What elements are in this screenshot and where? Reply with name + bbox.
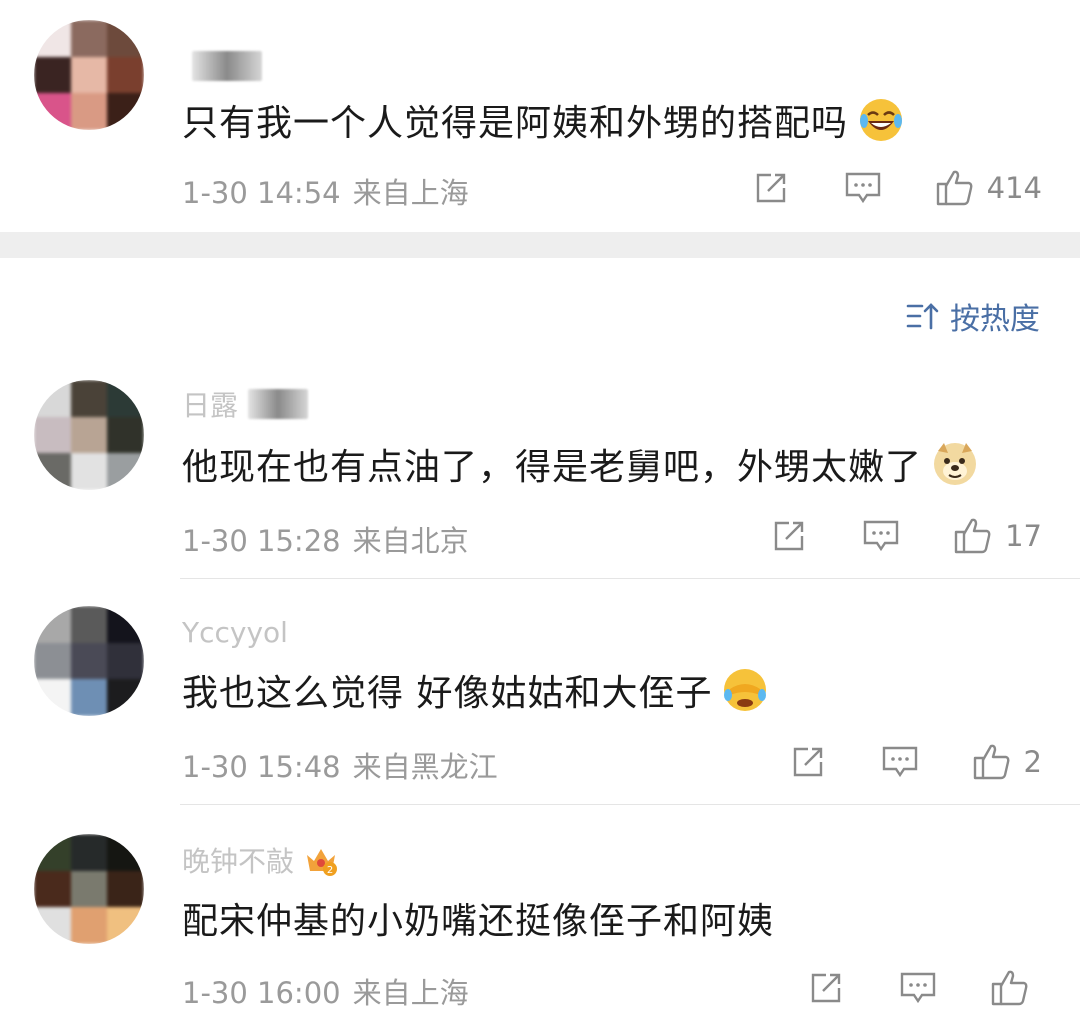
comment-body: 只有我一个人觉得是阿姨和外甥的搭配吗	[182, 103, 849, 144]
comment-time: 1-30 15:48	[182, 750, 341, 784]
section-divider	[0, 232, 1080, 258]
avatar[interactable]	[34, 606, 144, 716]
laugh-tears-emoji	[858, 97, 904, 143]
comment-text: 他现在也有点油了，得是老舅吧，外甥太嫩了	[182, 438, 978, 490]
comment-actions: 414	[751, 166, 1042, 210]
username[interactable]: 日露	[182, 384, 309, 424]
avatar-image	[34, 20, 144, 130]
comment-icon	[881, 744, 919, 780]
sort-label: 按热度	[950, 302, 1040, 337]
comment-button[interactable]	[898, 970, 938, 1006]
thumbs-up-icon	[953, 516, 993, 556]
comment-time: 1-30 16:00	[182, 976, 341, 1010]
comment-icon	[862, 518, 900, 554]
comment-text: 配宋仲基的小奶嘴还挺像侄子和阿姨	[182, 892, 774, 944]
comment-actions: 17	[769, 514, 1042, 558]
comment-button[interactable]	[880, 744, 920, 780]
username-redaction	[192, 51, 262, 81]
sort-icon	[906, 301, 940, 331]
comment-location: 来自北京	[352, 524, 469, 558]
comment-button[interactable]	[843, 170, 883, 206]
comment-actions	[806, 966, 1042, 1010]
like-button[interactable]	[990, 968, 1042, 1008]
avatar-image	[34, 834, 144, 944]
username-redaction	[248, 389, 309, 419]
share-icon	[771, 518, 807, 554]
comment-meta: 1-30 14:54 来自上海	[182, 170, 469, 212]
comment-body: 我也这么觉得 好像姑姑和大侄子	[182, 673, 713, 714]
like-count: 17	[1005, 519, 1042, 553]
username[interactable]: 晚钟不敲 2	[182, 840, 338, 880]
comment-time: 1-30 14:54	[182, 176, 341, 210]
cover-face-emoji	[722, 667, 768, 713]
like-count: 414	[986, 171, 1042, 205]
avatar-image	[34, 380, 144, 490]
comment-body: 他现在也有点油了，得是老舅吧，外甥太嫩了	[182, 447, 923, 488]
comment-icon	[844, 170, 882, 206]
comment-button[interactable]	[861, 518, 901, 554]
comment-text: 只有我一个人觉得是阿姨和外甥的搭配吗	[182, 94, 904, 146]
comment-location: 来自上海	[352, 176, 469, 210]
crown-badge-icon: 2	[304, 843, 338, 877]
comment-meta: 1-30 16:00 来自上海	[182, 970, 469, 1012]
avatar[interactable]	[34, 834, 144, 944]
doge-emoji	[932, 441, 978, 487]
thumbs-up-icon	[935, 168, 975, 208]
comment-actions: 2	[788, 740, 1042, 784]
sort-by-hot-button[interactable]: 按热度	[906, 296, 1040, 337]
username-text: 日露	[182, 389, 239, 422]
thumbs-up-icon	[972, 742, 1012, 782]
comment-meta: 1-30 15:28 来自北京	[182, 518, 469, 560]
username-text: 晚钟不敲	[182, 845, 295, 878]
comment-separator	[180, 578, 1080, 579]
like-button[interactable]: 17	[953, 516, 1042, 556]
comment-separator	[180, 804, 1080, 805]
repost-button[interactable]	[806, 970, 846, 1006]
comment-text: 我也这么觉得 好像姑姑和大侄子	[182, 664, 768, 716]
thumbs-up-icon	[990, 968, 1030, 1008]
repost-button[interactable]	[751, 170, 791, 206]
username[interactable]	[182, 46, 262, 86]
comment-body: 配宋仲基的小奶嘴还挺像侄子和阿姨	[182, 901, 775, 942]
like-button[interactable]: 414	[935, 168, 1042, 208]
comment-time: 1-30 15:28	[182, 524, 341, 558]
username-text: Yccyyol	[182, 615, 288, 649]
avatar[interactable]	[34, 20, 144, 130]
repost-button[interactable]	[788, 744, 828, 780]
share-icon	[808, 970, 844, 1006]
like-button[interactable]: 2	[972, 742, 1042, 782]
svg-text:2: 2	[327, 865, 333, 876]
comment-icon	[899, 970, 937, 1006]
avatar-image	[34, 606, 144, 716]
comment-meta: 1-30 15:48 来自黑龙江	[182, 744, 498, 786]
comment-location: 来自上海	[352, 976, 469, 1010]
share-icon	[753, 170, 789, 206]
comment-location: 来自黑龙江	[352, 750, 498, 784]
repost-button[interactable]	[769, 518, 809, 554]
username[interactable]: Yccyyol	[182, 612, 288, 652]
like-count: 2	[1023, 745, 1042, 779]
avatar[interactable]	[34, 380, 144, 490]
share-icon	[790, 744, 826, 780]
